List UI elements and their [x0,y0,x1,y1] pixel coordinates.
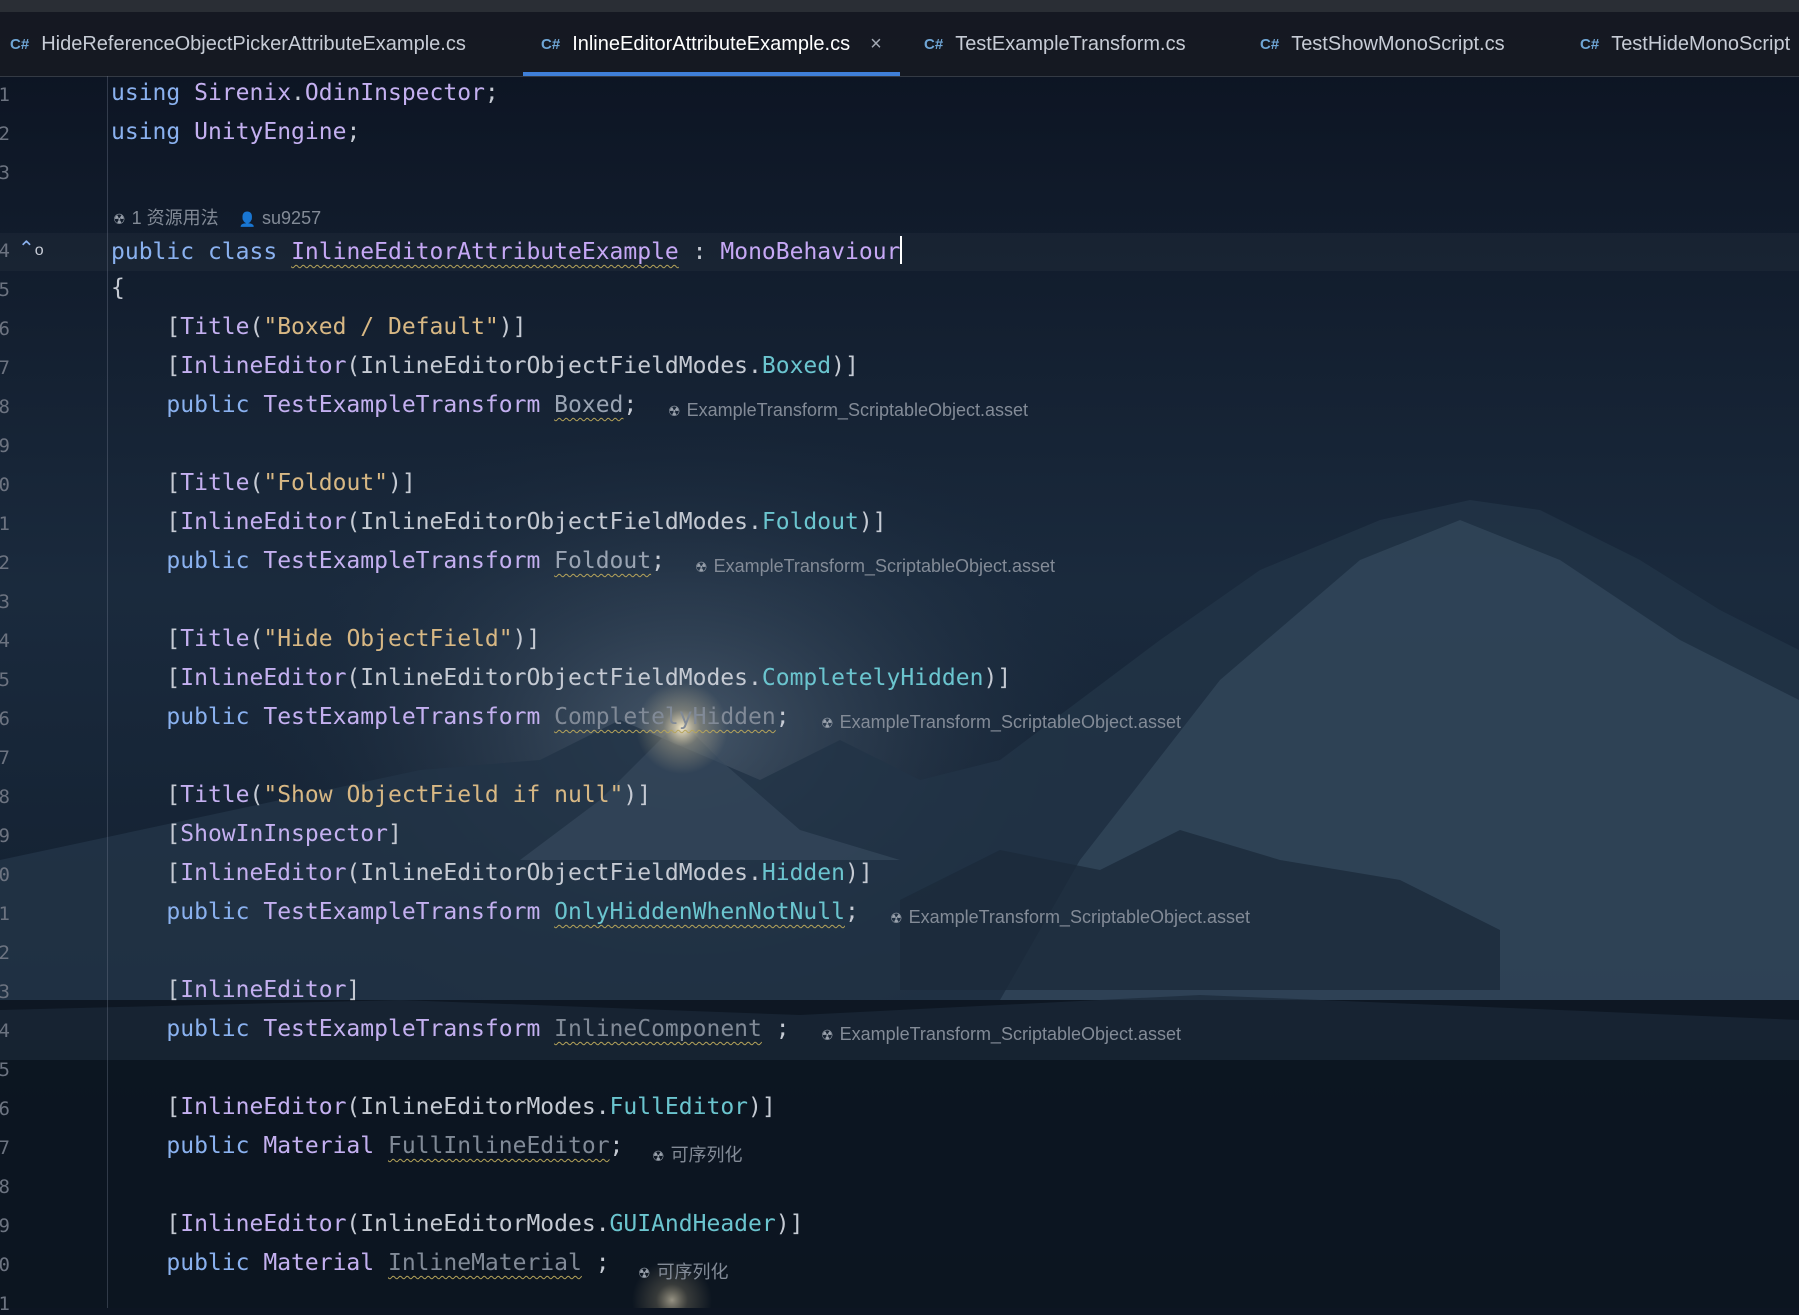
line-number: 1 [0,84,10,106]
csharp-file-icon: C# [924,35,944,53]
tab-label: HideReferenceObjectPickerAttributeExampl… [41,32,466,55]
code-line[interactable]: [InlineEditor(InlineEditorModes.FullEdit… [111,1094,775,1120]
line-number: 0 [0,1254,10,1276]
tab-label: TestHideMonoScript [1611,32,1791,55]
line-number: 9 [0,825,10,847]
line-number: 4 [0,240,10,262]
code-line[interactable]: public TestExampleTransform CompletelyHi… [111,704,789,730]
title-strip [0,0,1799,12]
line-number: 6 [0,318,10,340]
line-number: 5 [0,669,10,691]
code-line[interactable]: public TestExampleTransform Foldout; [111,548,665,574]
line-number: 9 [0,1215,10,1237]
code-line[interactable]: public TestExampleTransform InlineCompon… [111,1016,789,1042]
line-number: 9 [0,435,10,457]
asset-usage-hint[interactable]: ☢ ExampleTransform_ScriptableObject.asset [695,556,1055,577]
code-line[interactable]: { [111,275,125,301]
code-line[interactable]: [Title("Foldout")] [111,470,415,496]
code-line[interactable]: [InlineEditor(InlineEditorObjectFieldMod… [111,509,886,535]
line-number: 2 [0,942,10,964]
line-number: 1 [0,903,10,925]
asset-usage-hint[interactable]: ☢ ExampleTransform_ScriptableObject.asset [890,907,1250,928]
asset-usage-hint[interactable]: ☢ ExampleTransform_ScriptableObject.asset [821,712,1181,733]
code-line-class-decl[interactable]: public class InlineEditorAttributeExampl… [111,236,903,265]
code-line[interactable]: [InlineEditor(InlineEditorObjectFieldMod… [111,665,1011,691]
text-caret [900,236,903,264]
unity-asset-icon: ☢ [668,403,681,419]
csharp-file-icon: C# [10,35,30,53]
unity-asset-icon: ☢ [821,715,834,731]
code-line[interactable]: [InlineEditor(InlineEditorObjectFieldMod… [111,353,858,379]
unity-asset-icon: ☢ [890,910,903,926]
line-number: 5 [0,1059,10,1081]
code-line[interactable]: public Material FullInlineEditor; [111,1133,623,1159]
unity-asset-icon: ☢ [652,1148,665,1164]
serializable-hint[interactable]: ☢ 可序列化 [652,1141,743,1167]
csharp-file-icon: C# [541,35,561,53]
unity-asset-icon: ☢ [113,211,126,227]
line-number: 3 [0,162,10,184]
line-number: 1 [0,1293,10,1315]
line-number: 6 [0,1098,10,1120]
code-line[interactable]: [InlineEditor(InlineEditorModes.GUIAndHe… [111,1211,803,1237]
line-number: 8 [0,396,10,418]
tab-hide-reference-object-picker[interactable]: C# HideReferenceObjectPickerAttributeExa… [10,12,466,76]
csharp-file-icon: C# [1580,35,1600,53]
code-line[interactable]: [InlineEditor] [111,977,360,1003]
serializable-hint[interactable]: ☢ 可序列化 [638,1258,729,1284]
asset-usage-hint[interactable]: ☢ ExampleTransform_ScriptableObject.asset [668,400,1028,421]
tab-label: TestExampleTransform.cs [955,32,1186,55]
tab-label: TestShowMonoScript.cs [1291,32,1505,55]
close-icon[interactable]: × [870,33,882,56]
tab-test-show-mono-script[interactable]: C# TestShowMonoScript.cs [1260,12,1505,76]
tab-inline-editor-attribute-example[interactable]: C# InlineEditorAttributeExample.cs × [523,12,900,76]
line-number: 5 [0,279,10,301]
code-line[interactable]: using Sirenix.OdinInspector; [111,80,499,106]
code-line[interactable]: [InlineEditor(InlineEditorObjectFieldMod… [111,860,872,886]
line-number: 8 [0,786,10,808]
line-number: 4 [0,1020,10,1042]
unity-asset-icon: ☢ [638,1265,651,1281]
line-number: 2 [0,123,10,145]
line-number: 3 [0,981,10,1003]
code-line[interactable]: [ShowInInspector] [111,821,401,847]
line-number: 4 [0,630,10,652]
line-number: 6 [0,708,10,730]
line-number: 1 [0,513,10,535]
user-icon: 👤 [238,211,257,227]
code-line[interactable]: [Title("Hide ObjectField")] [111,626,540,652]
line-number: 8 [0,1176,10,1198]
line-number: 0 [0,864,10,886]
line-number: 0 [0,474,10,496]
line-number: 7 [0,747,10,769]
editor-tab-bar: C# HideReferenceObjectPickerAttributeExa… [0,12,1799,77]
tab-test-hide-mono-script[interactable]: C# TestHideMonoScript [1580,12,1790,76]
code-line[interactable]: using UnityEngine; [111,119,360,145]
unity-asset-icon: ☢ [821,1027,834,1043]
gutter-divider [107,76,108,1308]
unity-asset-icon: ☢ [695,559,708,575]
line-number: 3 [0,591,10,613]
code-line[interactable]: [Title("Show ObjectField if null")] [111,782,651,808]
code-line[interactable]: public Material InlineMaterial ; [111,1250,609,1276]
usages-hint[interactable]: ☢ 1 资源用法 👤 su9257 [113,204,321,230]
csharp-file-icon: C# [1260,35,1280,53]
tab-label: InlineEditorAttributeExample.cs [572,32,851,55]
code-line[interactable]: public TestExampleTransform Boxed; [111,392,637,418]
tab-test-example-transform[interactable]: C# TestExampleTransform.cs [924,12,1186,76]
code-line[interactable]: public TestExampleTransform OnlyHiddenWh… [111,899,858,925]
line-number: 2 [0,552,10,574]
asset-usage-hint[interactable]: ☢ ExampleTransform_ScriptableObject.asset [821,1024,1181,1045]
code-line[interactable]: [Title("Boxed / Default")] [111,314,526,340]
implements-gutter-icon[interactable]: ⌃o [18,236,44,261]
line-number: 7 [0,1137,10,1159]
line-number: 7 [0,357,10,379]
